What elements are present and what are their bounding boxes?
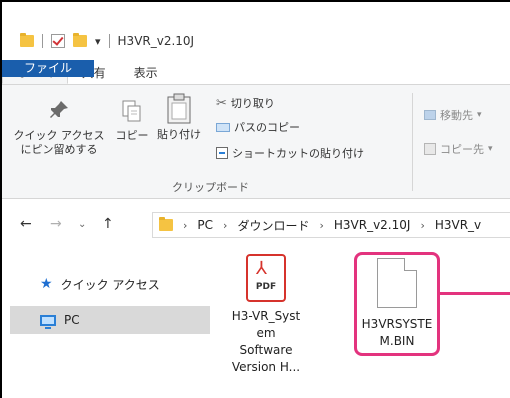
breadcrumb-h3vr-subfolder[interactable]: H3VR_v [435, 218, 481, 232]
window-title: H3VR_v2.10J [117, 34, 195, 48]
acrobat-icon: ⅄ [256, 258, 267, 279]
nav-quick-access-label: クイック アクセス [60, 277, 160, 292]
copy-button[interactable]: コピー [114, 99, 150, 143]
new-folder-icon[interactable] [73, 33, 87, 47]
copy-path-icon [216, 122, 230, 132]
pin-label-line2: にピン留めする [20, 143, 98, 156]
quick-access-toolbar: ▾ H3VR_v2.10J [20, 30, 194, 52]
ribbon-tabs: ファイル ホーム 共有 表示 [2, 60, 510, 84]
chevron-right-icon[interactable]: › [420, 219, 424, 232]
breadcrumb-folder-icon [159, 217, 173, 231]
chevron-right-icon[interactable]: › [223, 219, 227, 232]
clipboard-group-label: クリップボード [172, 181, 249, 194]
pin-to-quick-access-button[interactable]: クイック アクセス にピン留めする [8, 99, 110, 157]
back-arrow-icon[interactable]: ← [20, 216, 32, 232]
copy-path-button[interactable]: パスのコピー [216, 119, 300, 135]
breadcrumb-pc[interactable]: PC [197, 218, 213, 232]
cut-button[interactable]: ✂ 切り取り [216, 95, 275, 111]
forward-arrow-icon[interactable]: → [50, 216, 62, 232]
file-list: ⅄ PDF H3-VR_Syst em Software Version H..… [212, 250, 510, 398]
chevron-right-icon[interactable]: › [183, 219, 187, 232]
star-icon: ★ [40, 276, 53, 292]
title-bar: ▾ H3VR_v2.10J [2, 2, 510, 60]
copy-to-button[interactable]: コピー先 ▾ [424, 141, 493, 157]
chevron-right-icon[interactable]: › [319, 219, 323, 232]
breadcrumb[interactable]: › PC › ダウンロード › H3VR_v2.10J › H3VR_v [152, 212, 510, 238]
paste-label: 貼り付け [157, 128, 201, 141]
up-arrow-icon[interactable]: ↑ [102, 216, 114, 232]
address-bar-area: ← → ⌄ ↑ › PC › ダウンロード › H3VR_v2.10J › H3… [2, 200, 510, 250]
highlight-box [354, 252, 440, 356]
copy-to-icon [424, 143, 436, 155]
paste-shortcut-button[interactable]: ショートカットの貼り付け [216, 145, 364, 161]
move-to-icon [424, 110, 436, 120]
copy-label: コピー [115, 129, 149, 142]
title-separator [108, 34, 110, 48]
copy-to-chevron-icon: ▾ [488, 144, 493, 154]
paste-shortcut-icon [216, 147, 228, 159]
nav-item-pc[interactable]: PC [10, 306, 210, 334]
tab-file[interactable]: ファイル [2, 60, 94, 77]
tab-view[interactable]: 表示 [120, 60, 172, 84]
navigation-pane: ★ クイック アクセス PC [2, 250, 212, 398]
folder-icon[interactable] [20, 33, 34, 47]
callout-line [440, 292, 510, 295]
group-divider [412, 93, 413, 191]
copy-path-label: パスのコピー [234, 121, 300, 134]
move-to-button[interactable]: 移動先 ▾ [424, 107, 482, 123]
breadcrumb-h3vr-folder[interactable]: H3VR_v2.10J [334, 218, 411, 232]
paste-button[interactable]: 貼り付け [152, 93, 206, 142]
move-to-chevron-icon: ▾ [477, 110, 482, 120]
pdf-icon: ⅄ PDF [246, 254, 286, 302]
nav-pc-label: PC [64, 313, 80, 327]
ribbon-home: クイック アクセス にピン留めする コピー 貼り付け ✂ 切り取り パスのコピー… [2, 84, 510, 199]
customize-toolbar-dropdown[interactable]: ▾ [95, 35, 101, 48]
file-name-line: em [256, 326, 276, 340]
toolbar-separator [42, 34, 43, 48]
recent-locations-chevron-icon[interactable]: ⌄ [78, 219, 86, 230]
properties-check-icon[interactable] [51, 34, 65, 48]
pdf-badge: PDF [255, 282, 277, 292]
file-item-pdf[interactable]: ⅄ PDF H3-VR_Syst em Software Version H..… [220, 254, 312, 376]
pc-icon [40, 314, 56, 329]
cut-label: 切り取り [230, 97, 275, 110]
file-name-line: Version H... [231, 360, 301, 374]
nav-item-quick-access[interactable]: ★ クイック アクセス [10, 270, 210, 298]
file-name-line: H3-VR_Syst [231, 309, 301, 323]
scissors-icon: ✂ [216, 95, 227, 111]
clipboard-icon [167, 93, 191, 124]
paste-shortcut-label: ショートカットの貼り付け [232, 147, 364, 160]
copy-to-label: コピー先 [440, 143, 484, 156]
file-name-line: Software [239, 343, 293, 357]
move-to-label: 移動先 [440, 109, 473, 122]
copy-icon [122, 100, 141, 122]
pin-label-line1: クイック アクセス [13, 129, 105, 142]
pin-icon [50, 101, 68, 118]
breadcrumb-downloads[interactable]: ダウンロード [237, 217, 309, 234]
